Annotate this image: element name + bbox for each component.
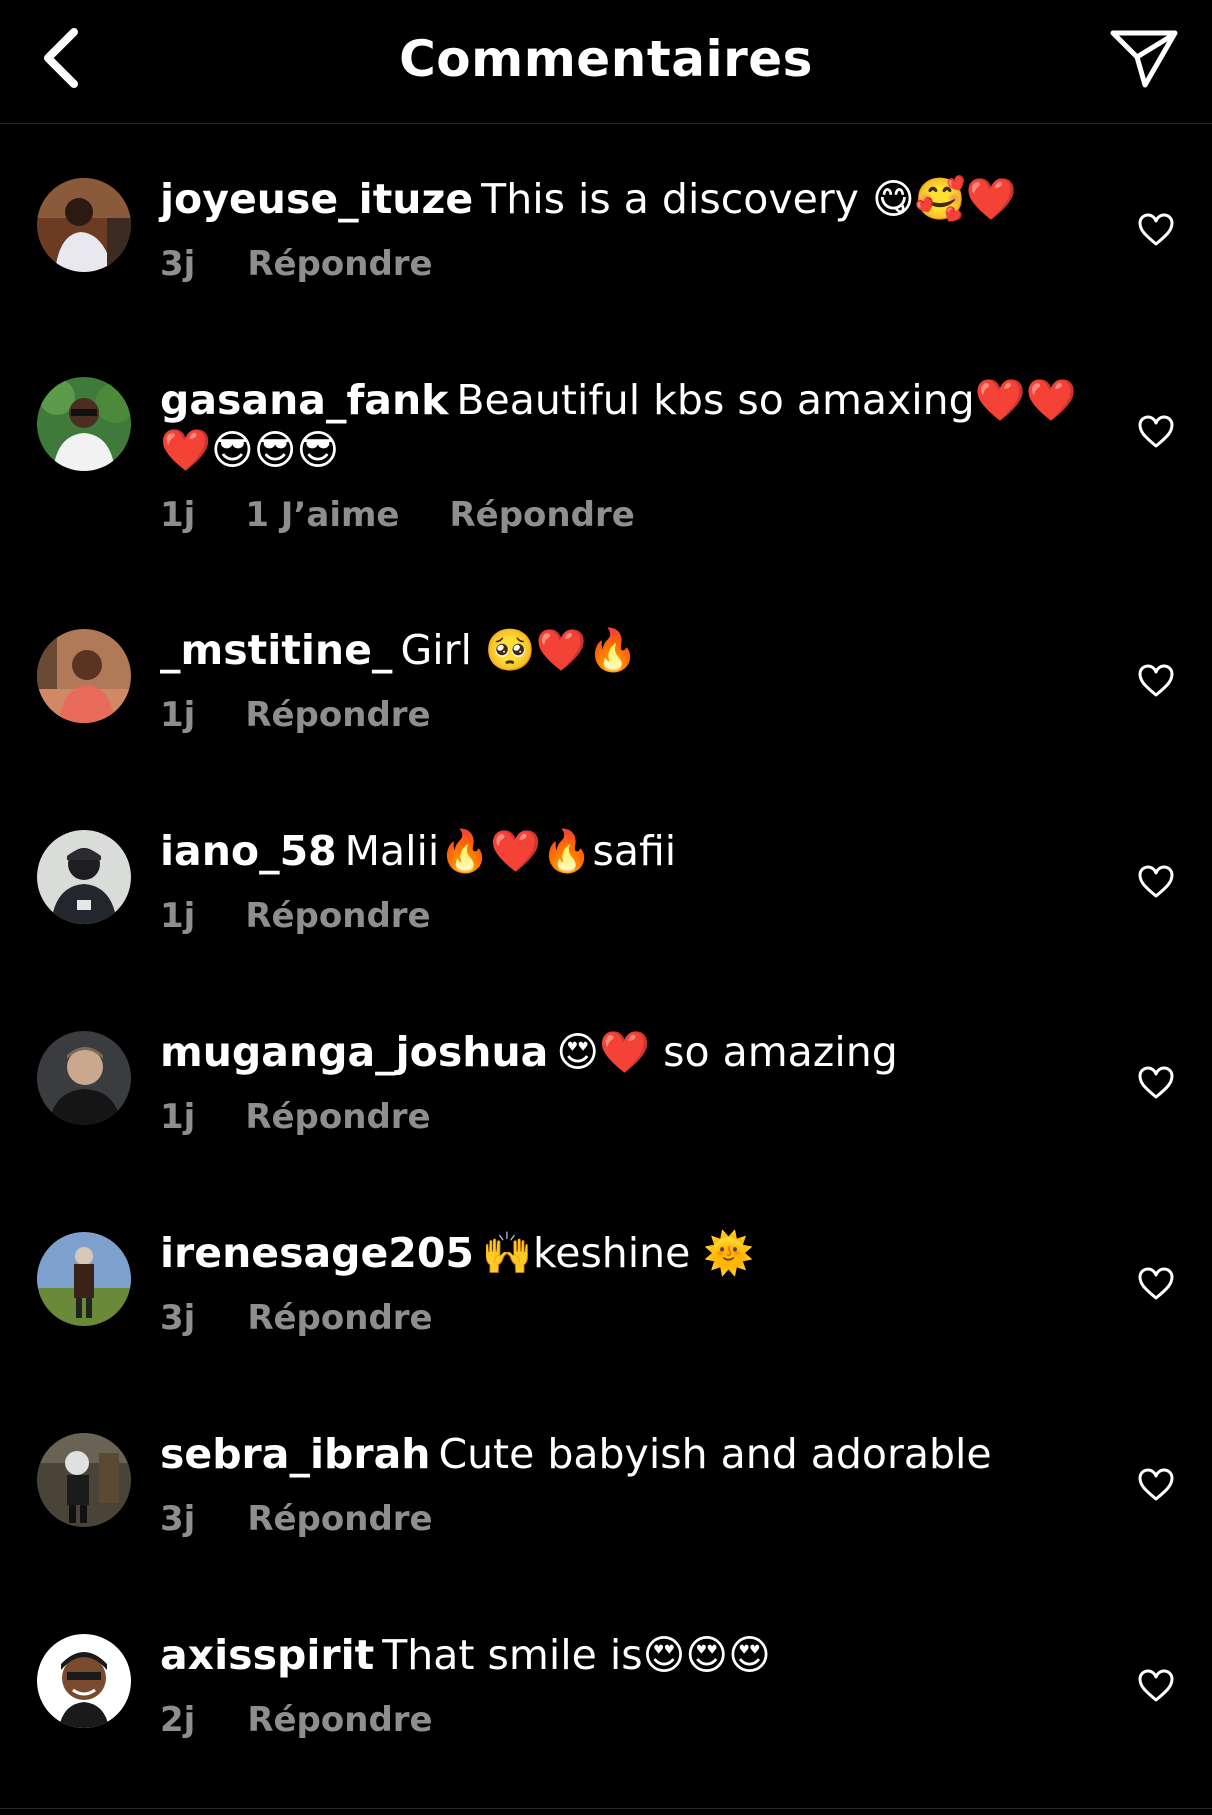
comment-meta: 1j Répondre (160, 695, 1080, 735)
comment-text: sebra_ibrah Cute babyish and adorable (160, 1429, 1080, 1479)
comment-age: 3j (160, 244, 196, 284)
divider (0, 1808, 1212, 1809)
comment-text: gasana_fank Beautiful kbs so amaxing❤️❤️❤… (160, 375, 1080, 475)
comment-meta: 3j Répondre (160, 1298, 1080, 1338)
comment-text: axisspirit That smile is😍😍😍 (160, 1630, 1080, 1680)
avatar[interactable] (37, 1031, 131, 1125)
reply-button[interactable]: Répondre (247, 1700, 432, 1740)
avatar[interactable] (37, 830, 131, 924)
comment-text: irenesage205 🙌keshine 🌞 (160, 1228, 1080, 1278)
reply-button[interactable]: Répondre (245, 1097, 430, 1137)
avatar[interactable] (37, 178, 131, 272)
comment-age: 1j (160, 1097, 196, 1137)
avatar[interactable] (37, 1634, 131, 1728)
back-button[interactable] (28, 18, 92, 98)
like-button[interactable] (1134, 1664, 1178, 1708)
comment-username[interactable]: muganga_joshua (160, 1028, 548, 1076)
heart-icon (1138, 213, 1174, 246)
comment-age: 1j (160, 695, 196, 735)
comment-body: This is a discovery 😋🥰❤️ (481, 175, 1017, 223)
reply-button[interactable]: Répondre (247, 1298, 432, 1338)
comment-username[interactable]: iano_58 (160, 827, 337, 875)
comment-age: 3j (160, 1499, 196, 1539)
comment-body: Malii🔥❤️🔥safii (344, 827, 677, 875)
heart-icon (1138, 664, 1174, 697)
comment-username[interactable]: sebra_ibrah (160, 1430, 430, 1478)
like-count[interactable]: 1 J’aime (245, 495, 399, 535)
comment-body: 🙌keshine 🌞 (481, 1229, 755, 1277)
comment-age: 1j (160, 896, 196, 936)
chevron-left-icon (44, 28, 78, 88)
like-button[interactable] (1134, 410, 1178, 454)
heart-icon (1138, 1066, 1174, 1099)
comment-body: Cute babyish and adorable (438, 1430, 992, 1478)
like-button[interactable] (1134, 1463, 1178, 1507)
comment-username[interactable]: axisspirit (160, 1631, 374, 1679)
heart-icon (1138, 865, 1174, 898)
share-button[interactable] (1104, 20, 1184, 96)
avatar[interactable] (37, 1433, 131, 1527)
avatar[interactable] (37, 377, 131, 471)
avatar[interactable] (37, 1232, 131, 1326)
reply-button[interactable]: Répondre (247, 244, 432, 284)
heart-icon (1138, 1267, 1174, 1300)
avatar[interactable] (37, 629, 131, 723)
heart-icon (1138, 415, 1174, 448)
like-button[interactable] (1134, 1262, 1178, 1306)
comment-text: _mstitine_ Girl 🥺❤️🔥 (160, 625, 1080, 675)
comment-meta: 1j 1 J’aime Répondre (160, 495, 1080, 535)
reply-button[interactable]: Répondre (245, 695, 430, 735)
comment-username[interactable]: irenesage205 (160, 1229, 474, 1277)
like-button[interactable] (1134, 1061, 1178, 1105)
comment-username[interactable]: gasana_fank (160, 376, 448, 424)
reply-button[interactable]: Répondre (449, 495, 634, 535)
comment-meta: 3j Répondre (160, 244, 1080, 284)
comment-body: That smile is😍😍😍 (382, 1631, 771, 1679)
comment-meta: 3j Répondre (160, 1499, 1080, 1539)
comment-text: muganga_joshua 😍❤️ so amazing (160, 1027, 1080, 1077)
paper-plane-icon (1110, 30, 1178, 88)
comment-age: 2j (160, 1700, 196, 1740)
comment-text: iano_58 Malii🔥❤️🔥safii (160, 826, 1080, 876)
like-button[interactable] (1134, 860, 1178, 904)
comment-text: joyeuse_ituze This is a discovery 😋🥰❤️ (160, 174, 1080, 224)
comment-meta: 1j Répondre (160, 1097, 1080, 1137)
comment-username[interactable]: joyeuse_ituze (160, 175, 473, 223)
heart-icon (1138, 1468, 1174, 1501)
comment-age: 1j (160, 495, 196, 535)
like-button[interactable] (1134, 659, 1178, 703)
comment-body: 😍❤️ so amazing (556, 1028, 898, 1076)
page-title: Commentaires (399, 30, 813, 88)
like-button[interactable] (1134, 208, 1178, 252)
comment-body: Girl 🥺❤️🔥 (400, 626, 639, 674)
reply-button[interactable]: Répondre (247, 1499, 432, 1539)
comment-age: 3j (160, 1298, 196, 1338)
comment-username[interactable]: _mstitine_ (160, 626, 392, 674)
reply-button[interactable]: Répondre (245, 896, 430, 936)
comment-meta: 2j Répondre (160, 1700, 1080, 1740)
header-bar: Commentaires (0, 0, 1212, 124)
comment-meta: 1j Répondre (160, 896, 1080, 936)
heart-icon (1138, 1669, 1174, 1702)
